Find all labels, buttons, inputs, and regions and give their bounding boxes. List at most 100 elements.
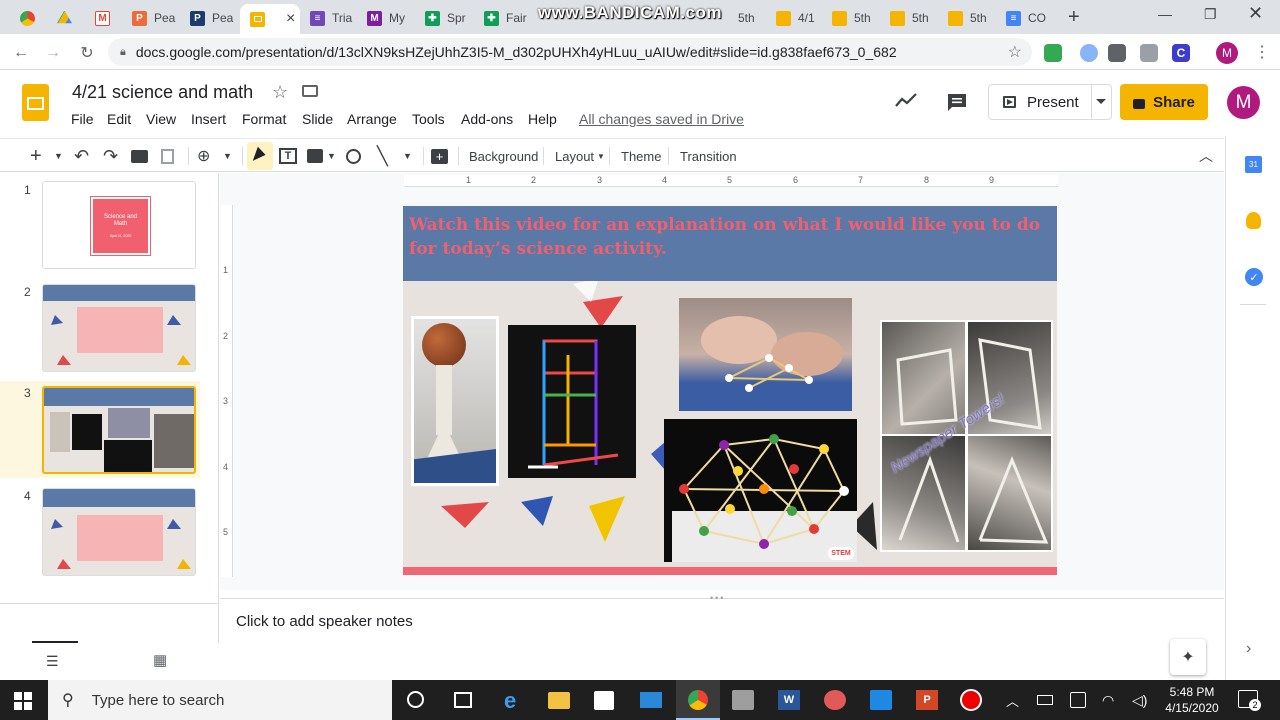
extension-icon[interactable]: C <box>1172 44 1190 62</box>
slide-title[interactable]: Watch this video for an explanation on w… <box>409 213 1053 261</box>
new-slide-dropdown-icon[interactable]: ▼ <box>54 139 63 173</box>
zoom-icon[interactable]: ⊕ <box>197 139 210 173</box>
tab-close-icon[interactable]: × <box>286 10 295 28</box>
reload-icon[interactable]: ↻ <box>76 42 98 64</box>
menu-help[interactable]: Help <box>528 111 557 127</box>
expand-panel-icon[interactable]: › <box>1246 640 1251 658</box>
browser-tab[interactable]: M <box>85 4 121 32</box>
browser-tab[interactable]: 5th <box>880 4 936 32</box>
task-view-icon[interactable] <box>454 692 472 708</box>
comments-icon[interactable] <box>946 92 968 112</box>
present-dropdown-icon[interactable] <box>1096 99 1106 104</box>
photo-hands-building[interactable] <box>679 298 852 411</box>
theme-button[interactable]: Theme <box>621 139 661 173</box>
menu-slide[interactable]: Slide <box>302 111 333 127</box>
photo-stick-cube[interactable] <box>508 325 636 478</box>
explore-icon[interactable]: ✦ <box>1170 639 1206 675</box>
slide-thumbnail-3[interactable] <box>42 386 196 474</box>
notification-center-icon[interactable]: 2 <box>1238 690 1261 711</box>
browser-tab-active[interactable]: × <box>240 4 300 34</box>
present-button[interactable]: Present <box>988 84 1112 120</box>
browser-tab[interactable]: 4/1 <box>766 4 822 32</box>
layout-button[interactable]: Layout ▼ <box>555 139 605 173</box>
background-button[interactable]: Background <box>469 139 538 173</box>
paint-format-icon[interactable] <box>161 139 174 173</box>
browser-tab[interactable]: ✚ Fair <box>474 4 532 32</box>
restore-icon[interactable]: ❐ <box>1204 6 1217 23</box>
browser-tab[interactable]: M My <box>357 4 413 32</box>
volume-icon[interactable]: ◁) <box>1132 680 1147 720</box>
slide-thumbnail-4[interactable] <box>42 488 196 576</box>
app-icon[interactable] <box>732 690 754 710</box>
browser-tab[interactable]: 5th <box>938 4 994 32</box>
calendar-icon[interactable]: 31 <box>1245 156 1262 173</box>
filmstrip-view-icon[interactable]: ☰ <box>46 653 59 670</box>
menu-edit[interactable]: Edit <box>107 111 131 127</box>
window-close-icon[interactable]: ✕ <box>1248 3 1263 24</box>
star-icon[interactable]: ☆ <box>272 82 288 103</box>
menu-insert[interactable]: Insert <box>191 111 226 127</box>
redo-icon[interactable]: ↷ <box>103 139 118 173</box>
browser-tab[interactable]: P Pea <box>122 4 180 32</box>
print-icon[interactable] <box>131 139 148 173</box>
paint-3d-icon[interactable] <box>824 690 846 710</box>
collapse-toolbar-icon[interactable]: ︿ <box>1199 139 1213 173</box>
bandicam-record-icon[interactable] <box>960 689 982 711</box>
new-slide-icon[interactable]: + <box>30 139 42 173</box>
word-icon[interactable]: W <box>778 690 800 710</box>
undo-icon[interactable]: ↶ <box>74 139 89 173</box>
file-explorer-icon[interactable] <box>548 692 570 709</box>
image-dropdown-icon[interactable]: ▼ <box>327 139 336 173</box>
mail-icon[interactable] <box>640 692 662 708</box>
browser-menu-icon[interactable]: ⋮ <box>1254 42 1270 62</box>
image-icon[interactable] <box>307 139 323 173</box>
document-title[interactable]: 4/21 science and math <box>72 82 253 103</box>
photo-newspaper-towers[interactable]: Newspaper Towers! <box>880 320 1053 552</box>
extension-icon[interactable] <box>1044 44 1062 62</box>
url-input[interactable]: 🔒︎ docs.google.com/presentation/d/13clXN… <box>108 38 1032 66</box>
photo-basketball-tower[interactable] <box>411 316 499 486</box>
browser-tab[interactable]: ✚ Spr <box>415 4 473 32</box>
new-tab-icon[interactable]: + <box>1068 6 1080 29</box>
menu-arrange[interactable]: Arrange <box>347 111 397 127</box>
menu-format[interactable]: Format <box>242 111 286 127</box>
move-folder-icon[interactable] <box>302 85 318 97</box>
store-icon[interactable] <box>594 691 614 710</box>
insert-comment-icon[interactable]: + <box>431 139 448 173</box>
current-slide[interactable]: Watch this video for an explanation on w… <box>403 206 1057 575</box>
edge-icon[interactable]: e <box>504 688 516 714</box>
tasks-icon[interactable]: ✓ <box>1245 268 1263 286</box>
menu-view[interactable]: View <box>146 111 176 127</box>
browser-tab[interactable]: ≡ CO <box>996 4 1052 32</box>
zoom-dropdown-icon[interactable]: ▼ <box>223 139 232 173</box>
forward-icon[interactable]: → <box>42 42 64 64</box>
line-icon[interactable]: ╲ <box>377 139 388 173</box>
browser-tab[interactable] <box>47 4 83 32</box>
powerpoint-icon[interactable]: P <box>916 690 938 710</box>
select-tool-button[interactable] <box>247 142 273 170</box>
windows-start-icon[interactable] <box>14 692 32 710</box>
photo-gumdrop-structure[interactable]: STEM <box>664 419 857 562</box>
save-status-link[interactable]: All changes saved in Drive <box>579 111 744 127</box>
extension-icon[interactable] <box>1140 44 1158 62</box>
account-avatar[interactable]: M <box>1227 86 1260 119</box>
photos-icon[interactable] <box>870 690 892 710</box>
menu-file[interactable]: File <box>71 111 94 127</box>
extension-icon[interactable] <box>1108 44 1126 62</box>
bookmark-star-icon[interactable]: ☆ <box>1008 42 1022 62</box>
chrome-taskbar-button[interactable] <box>676 680 720 720</box>
slide-thumbnail-1[interactable]: Science and Math April 21, 2020 <box>42 181 196 269</box>
taskbar-search-input[interactable]: ⚲ Type here to search <box>48 680 392 720</box>
minimize-icon[interactable]: — <box>1158 6 1172 22</box>
browser-tab[interactable]: P Pea <box>180 4 238 32</box>
browser-tab[interactable]: ≡ Tria <box>300 4 356 32</box>
profile-avatar[interactable]: M <box>1216 42 1238 64</box>
clock[interactable]: 5:48 PM 4/15/2020 <box>1164 684 1220 716</box>
extension-icon[interactable] <box>1080 44 1098 62</box>
cortana-icon[interactable] <box>407 691 424 708</box>
line-dropdown-icon[interactable]: ▼ <box>403 139 412 173</box>
wifi-icon[interactable]: ◠ <box>1102 680 1114 720</box>
grid-view-icon[interactable]: ▦ <box>153 651 167 669</box>
meet-now-icon[interactable] <box>1070 692 1086 708</box>
menu-addons[interactable]: Add-ons <box>461 111 513 127</box>
